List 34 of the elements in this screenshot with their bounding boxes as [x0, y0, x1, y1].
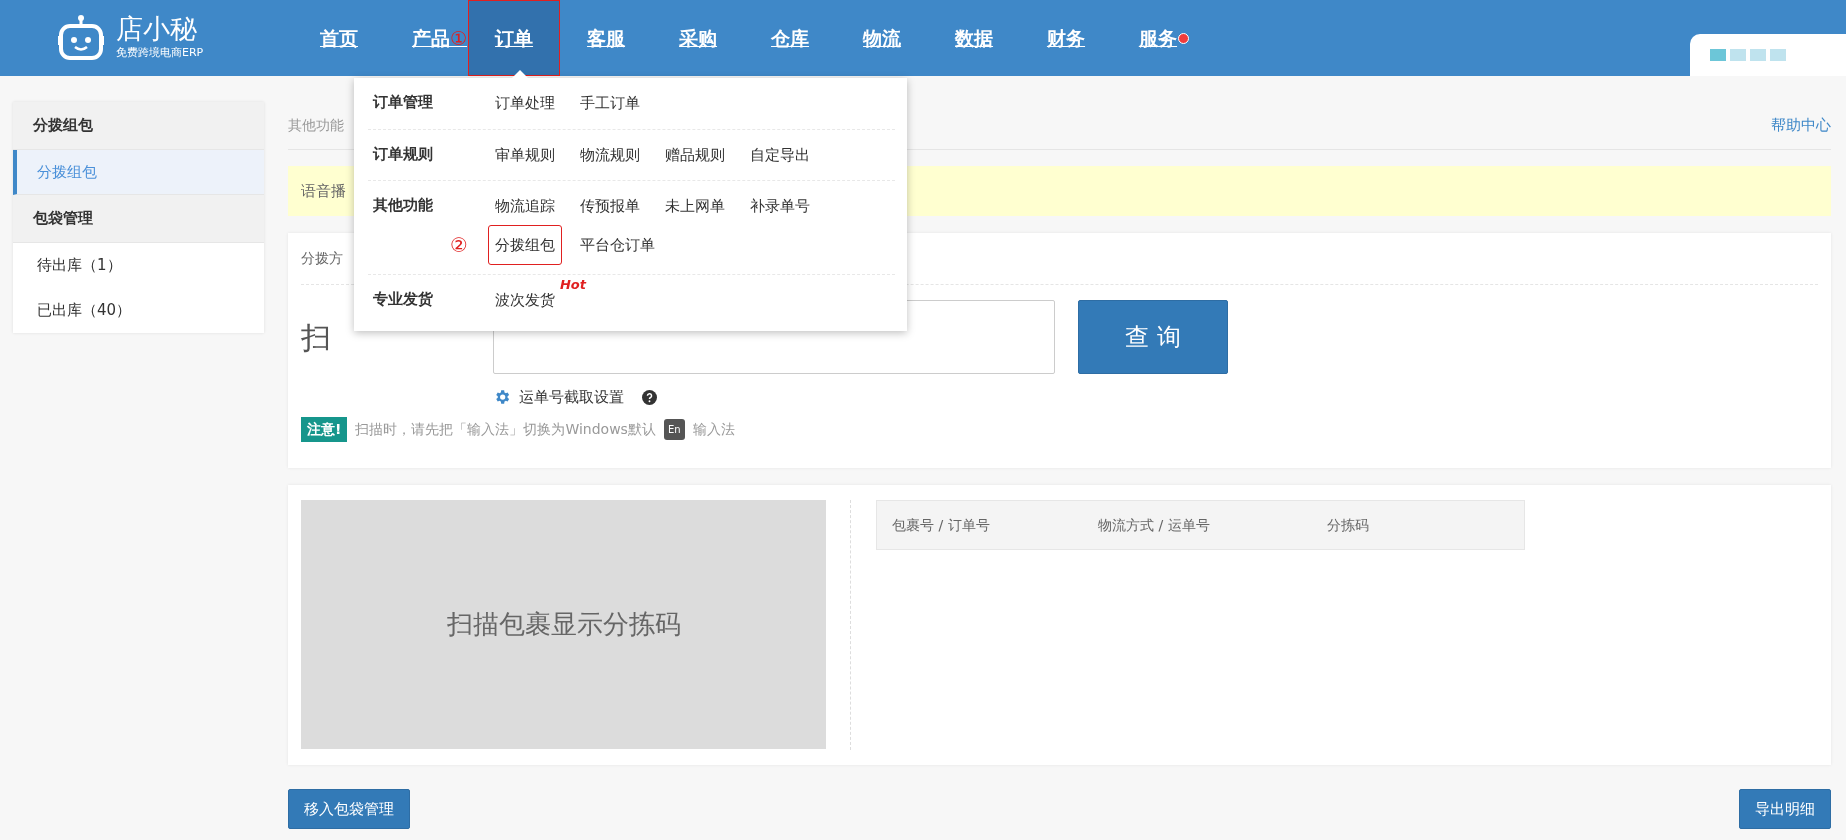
sidebar-heading: 包袋管理 — [13, 195, 264, 243]
column-header: 包裹号 / 订单号 — [892, 515, 991, 535]
menu-group-label: 专业发货 — [373, 290, 433, 308]
nav-tab[interactable]: 采购 — [652, 0, 745, 76]
column-header: 物流方式 / 运单号 — [1098, 515, 1211, 535]
export-button[interactable]: 导出明细 — [1739, 789, 1831, 829]
preview-panel: 扫描包裹显示分拣码 — [301, 500, 826, 749]
scan-label: 扫 — [301, 318, 332, 357]
annotation-marker: ① — [450, 25, 468, 51]
menu-group-label: 其他功能 — [373, 196, 433, 214]
move-to-bag-button[interactable]: 移入包袋管理 — [288, 789, 410, 829]
column-header: 分拣码 — [1327, 515, 1369, 535]
sidebar-item[interactable]: 待出库（1） — [13, 243, 264, 288]
tip-text: 输入法 — [692, 419, 735, 439]
notice-badge: 注意! — [301, 416, 348, 442]
annotation-marker: ② — [450, 234, 468, 255]
menu-item[interactable]: 手工订单 — [573, 87, 647, 120]
menu-group-label: 订单规则 — [373, 144, 433, 163]
sidebar-heading: 分拨组包 — [13, 102, 264, 150]
robot-logo-icon — [58, 14, 104, 62]
logo-tagline: 免费跨境电商ERP — [116, 44, 204, 61]
menu-group-label: 订单管理 — [373, 93, 433, 111]
menu-item[interactable]: 分拨组包 — [488, 224, 562, 265]
settings-link[interactable]: 运单号截取设置 — [519, 386, 624, 409]
logo-text: 店小秘 — [116, 14, 198, 42]
sidebar-item[interactable]: 已出库（40） — [13, 288, 264, 333]
help-icon[interactable] — [642, 389, 657, 405]
query-button[interactable]: 查 询 — [1078, 300, 1228, 374]
breadcrumb: 其他功能 — [288, 116, 344, 135]
help-link[interactable]: 帮助中心 — [1771, 114, 1831, 137]
menu-item[interactable]: 订单处理 — [488, 87, 562, 120]
account-area[interactable] — [1690, 34, 1846, 76]
tip-text: 扫描时，请先把「输入法」切换为Windows默认 — [355, 419, 656, 439]
key-badge: En — [663, 418, 685, 440]
